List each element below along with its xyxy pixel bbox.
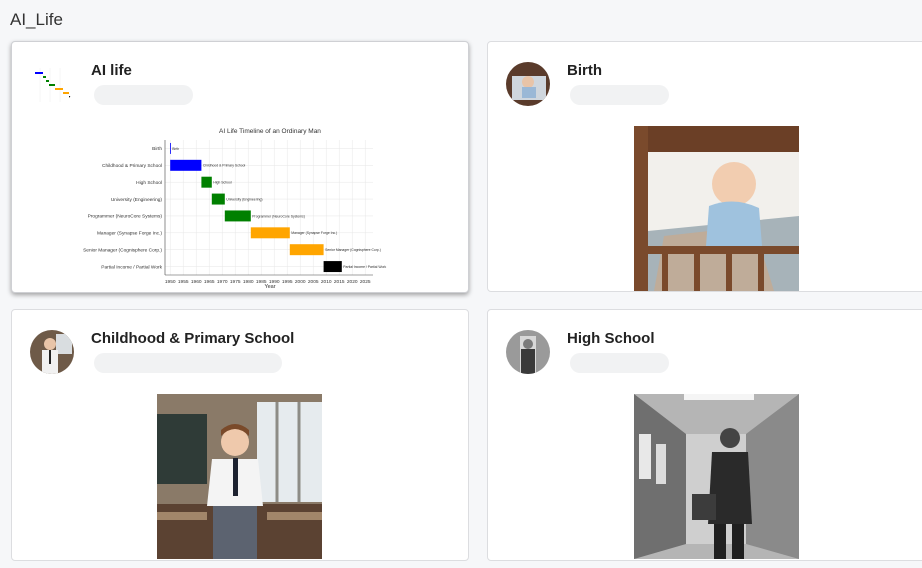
x-tick-label: 2025 <box>360 279 371 285</box>
y-tick-label: Childhood & Primary School <box>102 163 162 169</box>
x-tick-label: 1950 <box>165 279 176 285</box>
card-birth[interactable]: Birth <box>487 41 922 292</box>
high-school-photo <box>634 394 799 559</box>
bar-data-label: Senior Manager (Cognisphere Corp.) <box>325 248 381 252</box>
x-tick-label: 1955 <box>178 279 189 285</box>
bar-data-label: Programmer (NeuroCore Systems) <box>252 214 305 218</box>
x-tick-label: 1960 <box>191 279 202 285</box>
page-title: AI_Life <box>10 10 63 29</box>
card-title: High School <box>567 330 655 347</box>
card-ai-life[interactable]: AI life AI Life Timeline of an Ordinary … <box>11 41 469 293</box>
baby-photo-icon <box>506 62 550 106</box>
y-tick-label: High School <box>136 180 162 186</box>
timeline-chart: AI Life Timeline of an Ordinary Man Year… <box>83 128 386 290</box>
timeline-bar <box>323 261 342 273</box>
subtitle-placeholder <box>94 85 193 105</box>
y-tick-label: Senior Manager (Cognisphere Corp.) <box>83 247 162 253</box>
subtitle-placeholder <box>570 85 669 105</box>
card-high-school[interactable]: High School <box>487 309 922 561</box>
card-title: Childhood & Primary School <box>91 330 295 347</box>
bar-data-label: Manager (Synapse Forge Inc.) <box>291 231 337 235</box>
bar-data-label: Partial Income / Partial Work <box>343 265 386 269</box>
card-title: AI life <box>91 62 132 79</box>
birth-photo <box>634 126 799 291</box>
card-childhood[interactable]: Childhood & Primary School <box>11 309 469 561</box>
y-tick-label: Partial Income / Partial Work <box>101 264 162 270</box>
x-tick-label: 2010 <box>321 279 332 285</box>
schoolboy-photo-icon <box>30 330 74 374</box>
subtitle-placeholder <box>570 353 669 373</box>
timeline-bar <box>224 210 251 222</box>
y-tick-label: Programmer (NeuroCore Systems) <box>88 214 163 220</box>
x-tick-label: 1970 <box>217 279 228 285</box>
x-tick-label: 1990 <box>269 279 280 285</box>
chart-thumbnail-icon <box>30 62 74 106</box>
x-tick-label: 2000 <box>295 279 306 285</box>
x-tick-label: 2020 <box>347 279 358 285</box>
bar-data-label: High School <box>213 181 232 185</box>
x-tick-label: 1985 <box>256 279 267 285</box>
y-tick-label: Manager (Synapse Forge Inc.) <box>97 231 162 237</box>
timeline-bar <box>201 176 212 188</box>
timeline-bar <box>289 244 324 256</box>
card-title: Birth <box>567 62 602 79</box>
chart-title: AI Life Timeline of an Ordinary Man <box>219 128 321 135</box>
bar-data-label: Birth <box>172 147 179 151</box>
x-tick-label: 1965 <box>204 279 215 285</box>
timeline-bar <box>250 227 290 239</box>
childhood-photo <box>157 394 322 559</box>
subtitle-placeholder <box>94 353 282 373</box>
teenager-photo-icon <box>506 330 550 374</box>
x-tick-label: 1980 <box>243 279 254 285</box>
x-tick-label: 1975 <box>230 279 241 285</box>
bar-data-label: University (Engineering) <box>226 197 262 201</box>
timeline-bar <box>170 159 202 171</box>
x-tick-label: 1995 <box>282 279 293 285</box>
timeline-bar <box>211 193 225 205</box>
bar-data-label: Childhood & Primary School <box>203 164 246 168</box>
timeline-bar <box>170 142 171 154</box>
y-tick-label: University (Engineering) <box>111 197 163 203</box>
y-tick-label: Birth <box>152 146 162 152</box>
x-tick-label: 2015 <box>334 279 345 285</box>
x-tick-label: 2005 <box>308 279 319 285</box>
